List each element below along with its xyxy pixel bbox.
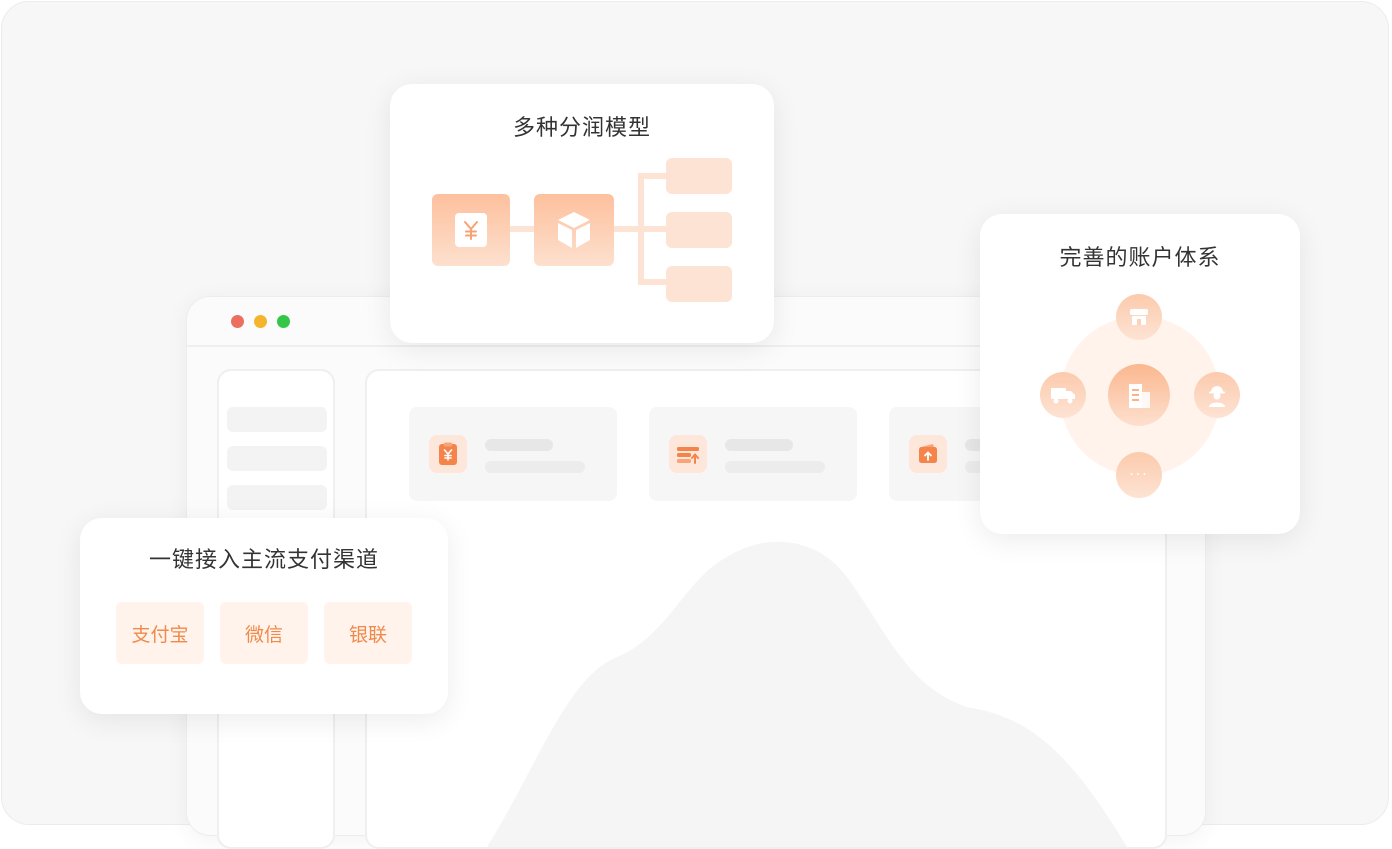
recipient-box xyxy=(666,158,732,194)
sidebar-placeholder-item xyxy=(227,407,327,432)
building-icon xyxy=(1108,364,1170,426)
account-system-card: 完善的账户体系 ··· xyxy=(980,214,1300,534)
flow-connector xyxy=(638,173,666,179)
window-maximize-button[interactable] xyxy=(277,315,290,328)
recipient-box xyxy=(666,212,732,248)
package-icon xyxy=(558,212,590,248)
stage: 多种分润模型 完善的账户体系 ··· 一键接入主流支付渠道 支付宝 微信 银联 xyxy=(0,0,1392,849)
window-minimize-button[interactable] xyxy=(254,315,267,328)
flow-connector xyxy=(510,226,534,232)
truck-icon xyxy=(1040,372,1086,418)
yuan-icon xyxy=(455,213,487,247)
window-close-button[interactable] xyxy=(231,315,244,328)
payment-channels-title: 一键接入主流支付渠道 xyxy=(148,548,379,573)
account-system-title: 完善的账户体系 xyxy=(1059,246,1221,271)
more-node: ··· xyxy=(1116,452,1162,498)
channel-unionpay[interactable]: 银联 xyxy=(324,602,412,664)
sidebar-placeholder-item xyxy=(227,446,327,471)
sidebar-placeholder-item xyxy=(227,485,327,510)
payment-source-box xyxy=(432,194,510,266)
split-engine-box xyxy=(534,194,614,266)
worker-icon xyxy=(1194,372,1240,418)
more-dots-label: ··· xyxy=(1129,467,1149,483)
recipient-box xyxy=(666,266,732,302)
profit-split-title: 多种分润模型 xyxy=(512,116,651,141)
flow-connector xyxy=(638,279,666,285)
flow-connector xyxy=(638,226,666,232)
store-icon xyxy=(1116,294,1162,340)
profit-split-card: 多种分润模型 xyxy=(390,84,774,343)
flow-connector xyxy=(614,226,638,232)
channel-wechat[interactable]: 微信 xyxy=(220,602,308,664)
channel-alipay[interactable]: 支付宝 xyxy=(116,602,204,664)
payment-channels-card: 一键接入主流支付渠道 支付宝 微信 银联 xyxy=(80,518,448,714)
